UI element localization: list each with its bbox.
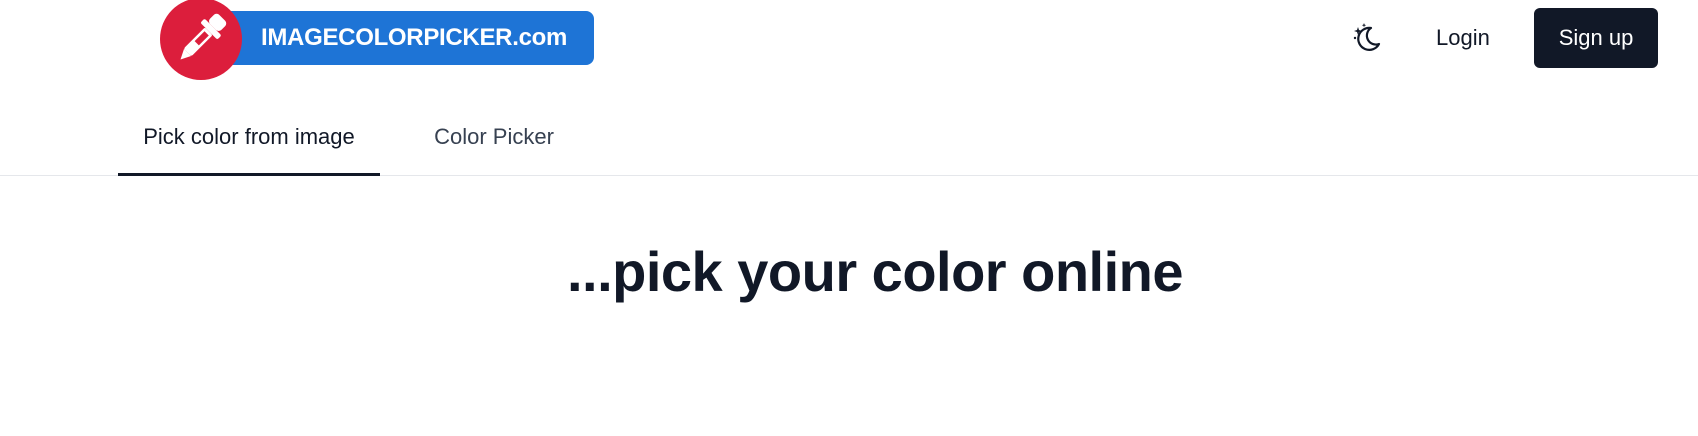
moon-stars-icon[interactable]	[1349, 20, 1385, 56]
tab-pick-color-from-image[interactable]: Pick color from image	[118, 100, 380, 176]
site-header: IMAGECOLORPICKER.com Login Sign up	[0, 0, 1698, 80]
tab-bar: Pick color from image Color Picker	[0, 100, 1698, 176]
site-logo-link[interactable]: IMAGECOLORPICKER.com	[160, 0, 596, 80]
eyedropper-icon	[160, 0, 242, 80]
login-link[interactable]: Login	[1436, 18, 1490, 58]
logo-text: IMAGECOLORPICKER.com	[261, 24, 568, 51]
tab-color-picker[interactable]: Color Picker	[430, 100, 558, 176]
page-title: ...pick your color online	[566, 240, 1184, 303]
signup-button[interactable]: Sign up	[1534, 8, 1658, 68]
